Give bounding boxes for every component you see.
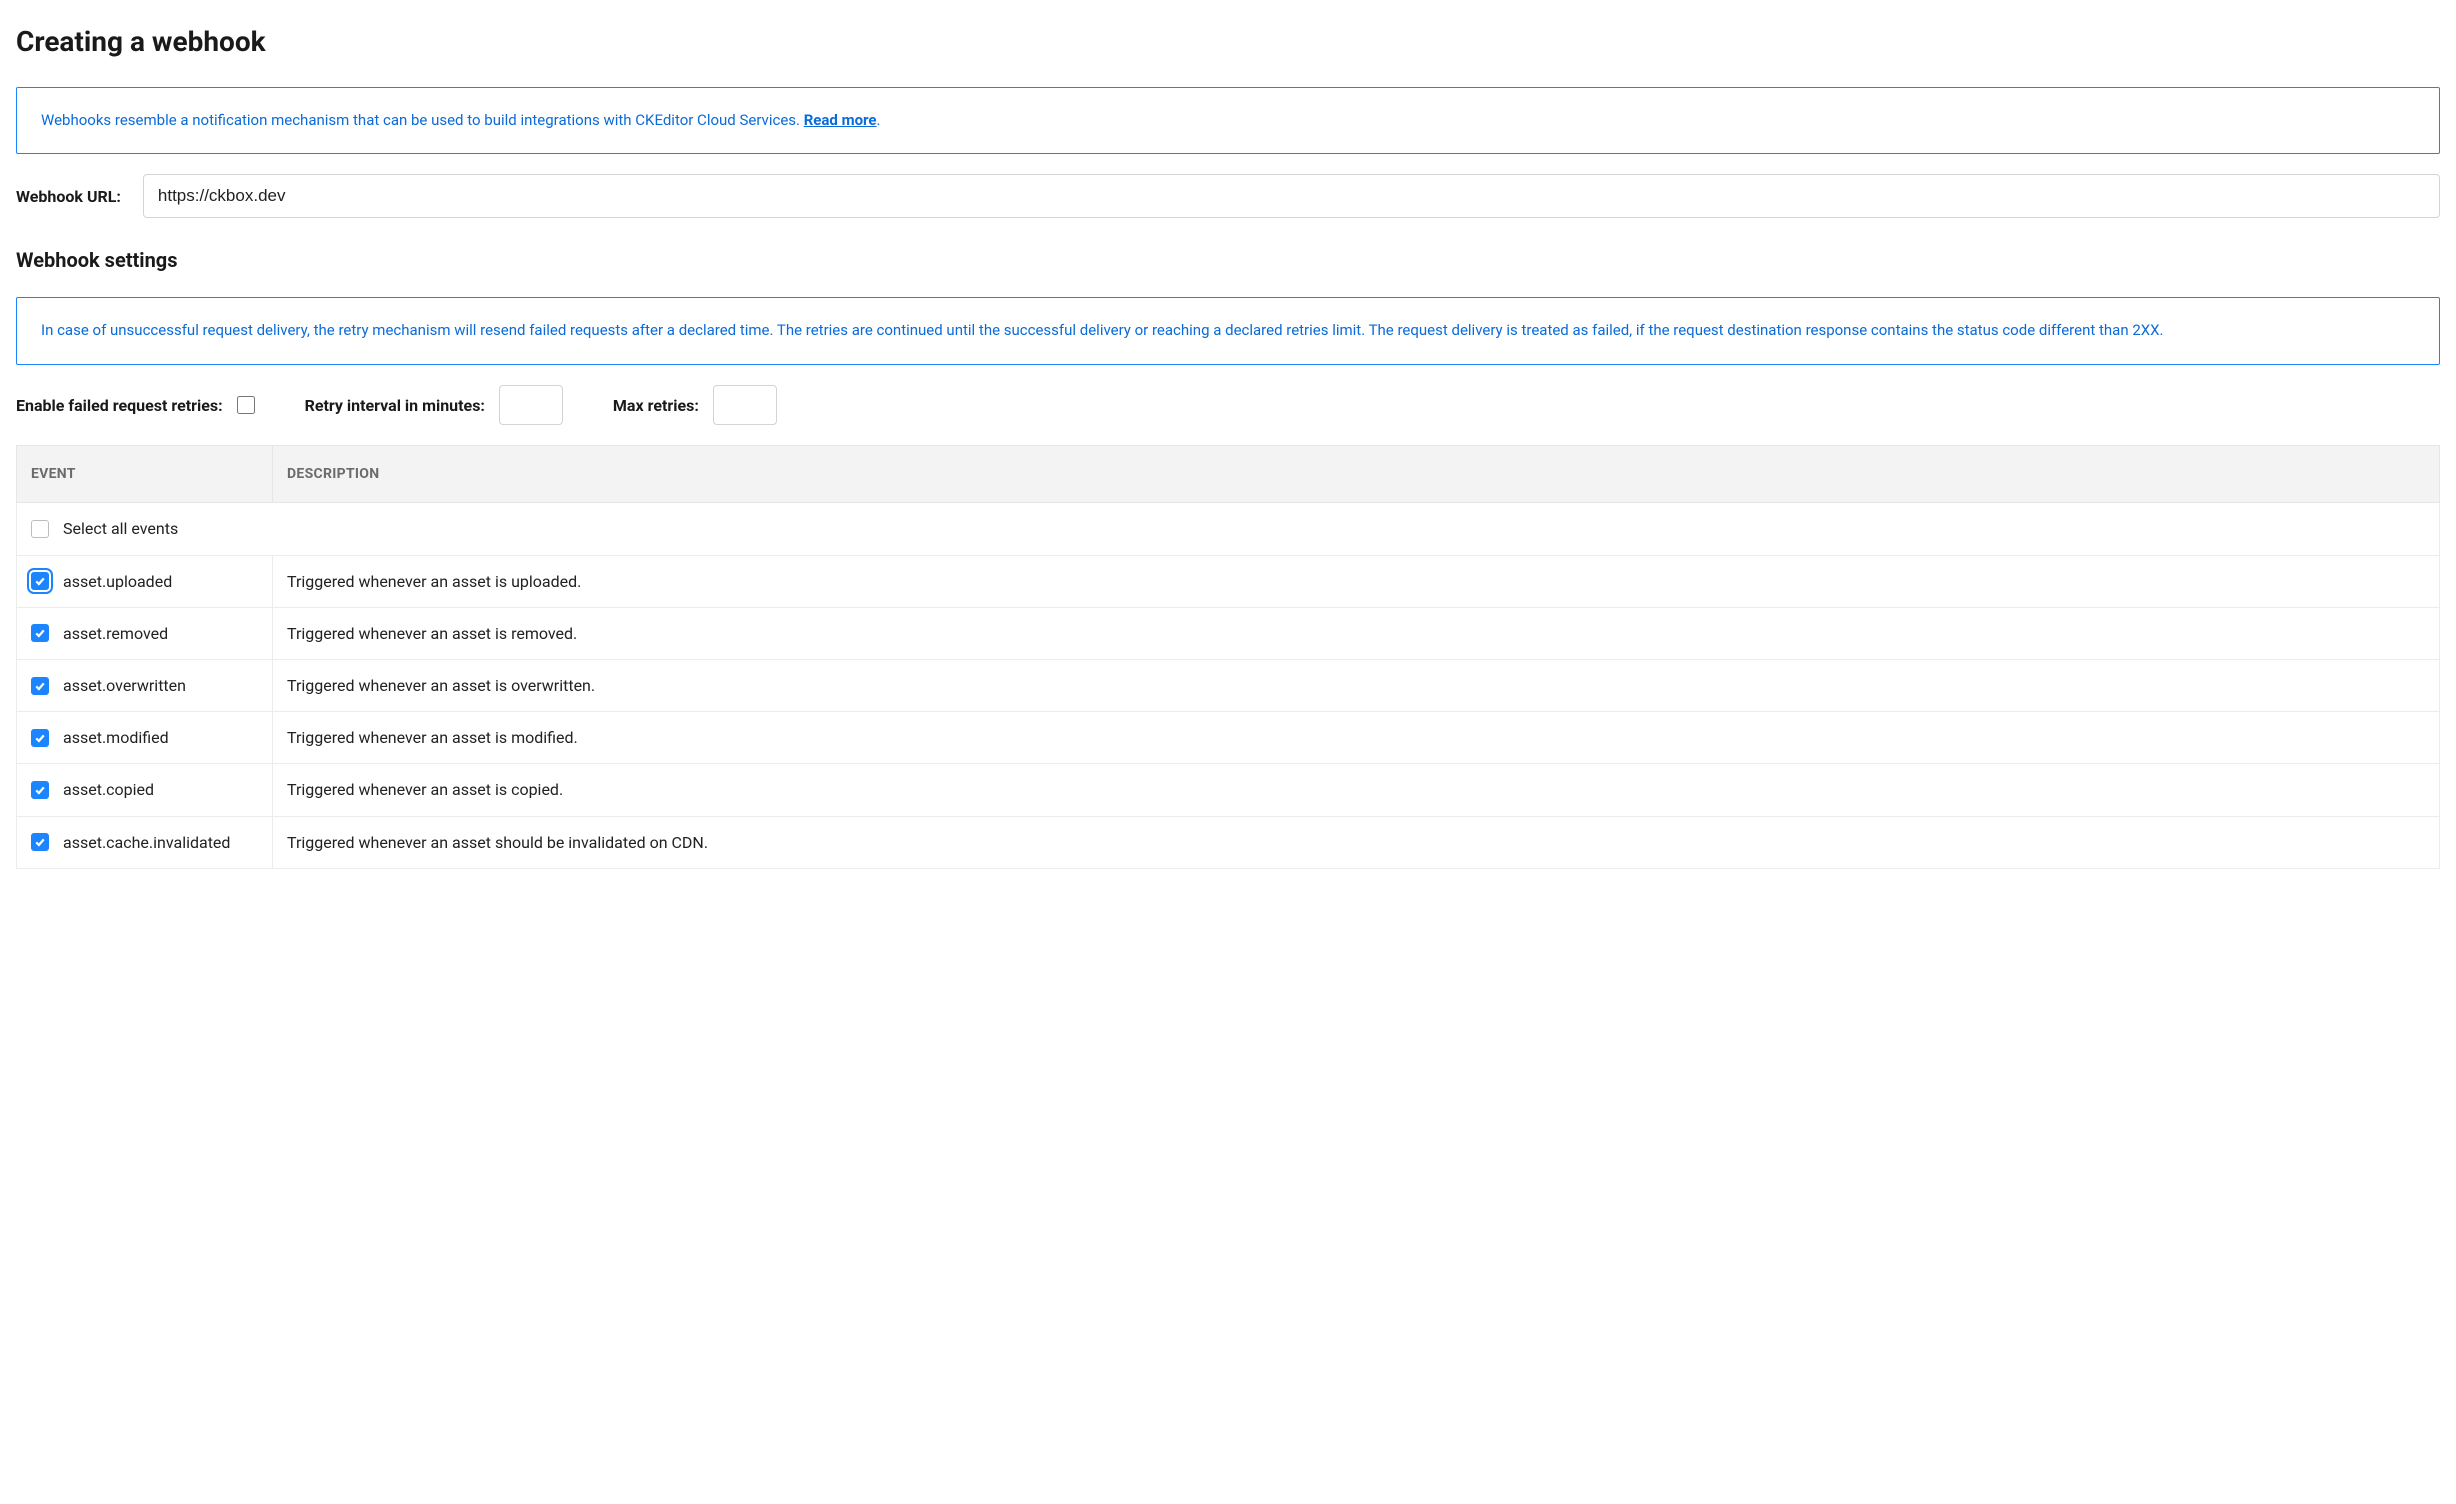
select-all-row: Select all events xyxy=(17,503,2440,555)
settings-info-text: In case of unsuccessful request delivery… xyxy=(41,321,2164,339)
table-row: asset.modified Triggered whenever an asse… xyxy=(17,712,2440,764)
enable-retries-checkbox[interactable] xyxy=(237,396,255,414)
enable-retries-label: Enable failed request retries: xyxy=(16,394,223,417)
settings-info-box: In case of unsuccessful request delivery… xyxy=(16,297,2440,365)
event-checkbox[interactable] xyxy=(31,833,49,851)
table-row: asset.uploaded Triggered whenever an asse… xyxy=(17,555,2440,607)
table-row: asset.copied Triggered whenever an asset … xyxy=(17,764,2440,816)
retry-interval-input[interactable] xyxy=(499,385,563,425)
table-row: asset.overwritten Triggered whenever an a… xyxy=(17,659,2440,711)
intro-text: Webhooks resemble a notification mechani… xyxy=(41,111,804,129)
max-retries-input[interactable] xyxy=(713,385,777,425)
event-checkbox[interactable] xyxy=(31,729,49,747)
intro-info-box: Webhooks resemble a notification mechani… xyxy=(16,87,2440,155)
event-name: asset.uploaded xyxy=(63,570,172,593)
event-description: Triggered whenever an asset should be in… xyxy=(273,816,2440,868)
max-retries-label: Max retries: xyxy=(613,394,699,417)
settings-row: Enable failed request retries: Retry int… xyxy=(16,385,2440,425)
page-title: Creating a webhook xyxy=(16,22,2440,63)
event-name: asset.cache.invalidated xyxy=(63,831,230,854)
read-more-link[interactable]: Read more xyxy=(804,111,877,129)
webhook-url-label: Webhook URL: xyxy=(16,185,121,208)
intro-suffix: . xyxy=(877,111,881,129)
event-name: asset.overwritten xyxy=(63,674,186,697)
event-checkbox[interactable] xyxy=(31,677,49,695)
events-header-description: DESCRIPTION xyxy=(273,446,2440,503)
event-name: asset.copied xyxy=(63,778,154,801)
event-description: Triggered whenever an asset is uploaded. xyxy=(273,555,2440,607)
events-table: EVENT DESCRIPTION Select all events asse… xyxy=(16,445,2440,869)
event-description: Triggered whenever an asset is overwritt… xyxy=(273,659,2440,711)
webhook-settings-title: Webhook settings xyxy=(16,246,2440,275)
event-checkbox[interactable] xyxy=(31,624,49,642)
event-description: Triggered whenever an asset is copied. xyxy=(273,764,2440,816)
event-checkbox[interactable] xyxy=(31,781,49,799)
event-name: asset.modified xyxy=(63,726,169,749)
webhook-url-row: Webhook URL: xyxy=(16,174,2440,218)
table-row: asset.cache.invalidated Triggered wheneve… xyxy=(17,816,2440,868)
event-checkbox[interactable] xyxy=(31,572,49,590)
event-description: Triggered whenever an asset is removed. xyxy=(273,607,2440,659)
events-header-event: EVENT xyxy=(17,446,273,503)
retry-interval-label: Retry interval in minutes: xyxy=(305,394,485,417)
event-description: Triggered whenever an asset is modified. xyxy=(273,712,2440,764)
event-name: asset.removed xyxy=(63,622,168,645)
select-all-label: Select all events xyxy=(63,517,178,540)
table-row: asset.removed Triggered whenever an asset… xyxy=(17,607,2440,659)
webhook-url-input[interactable] xyxy=(143,174,2440,218)
select-all-checkbox[interactable] xyxy=(31,520,49,538)
